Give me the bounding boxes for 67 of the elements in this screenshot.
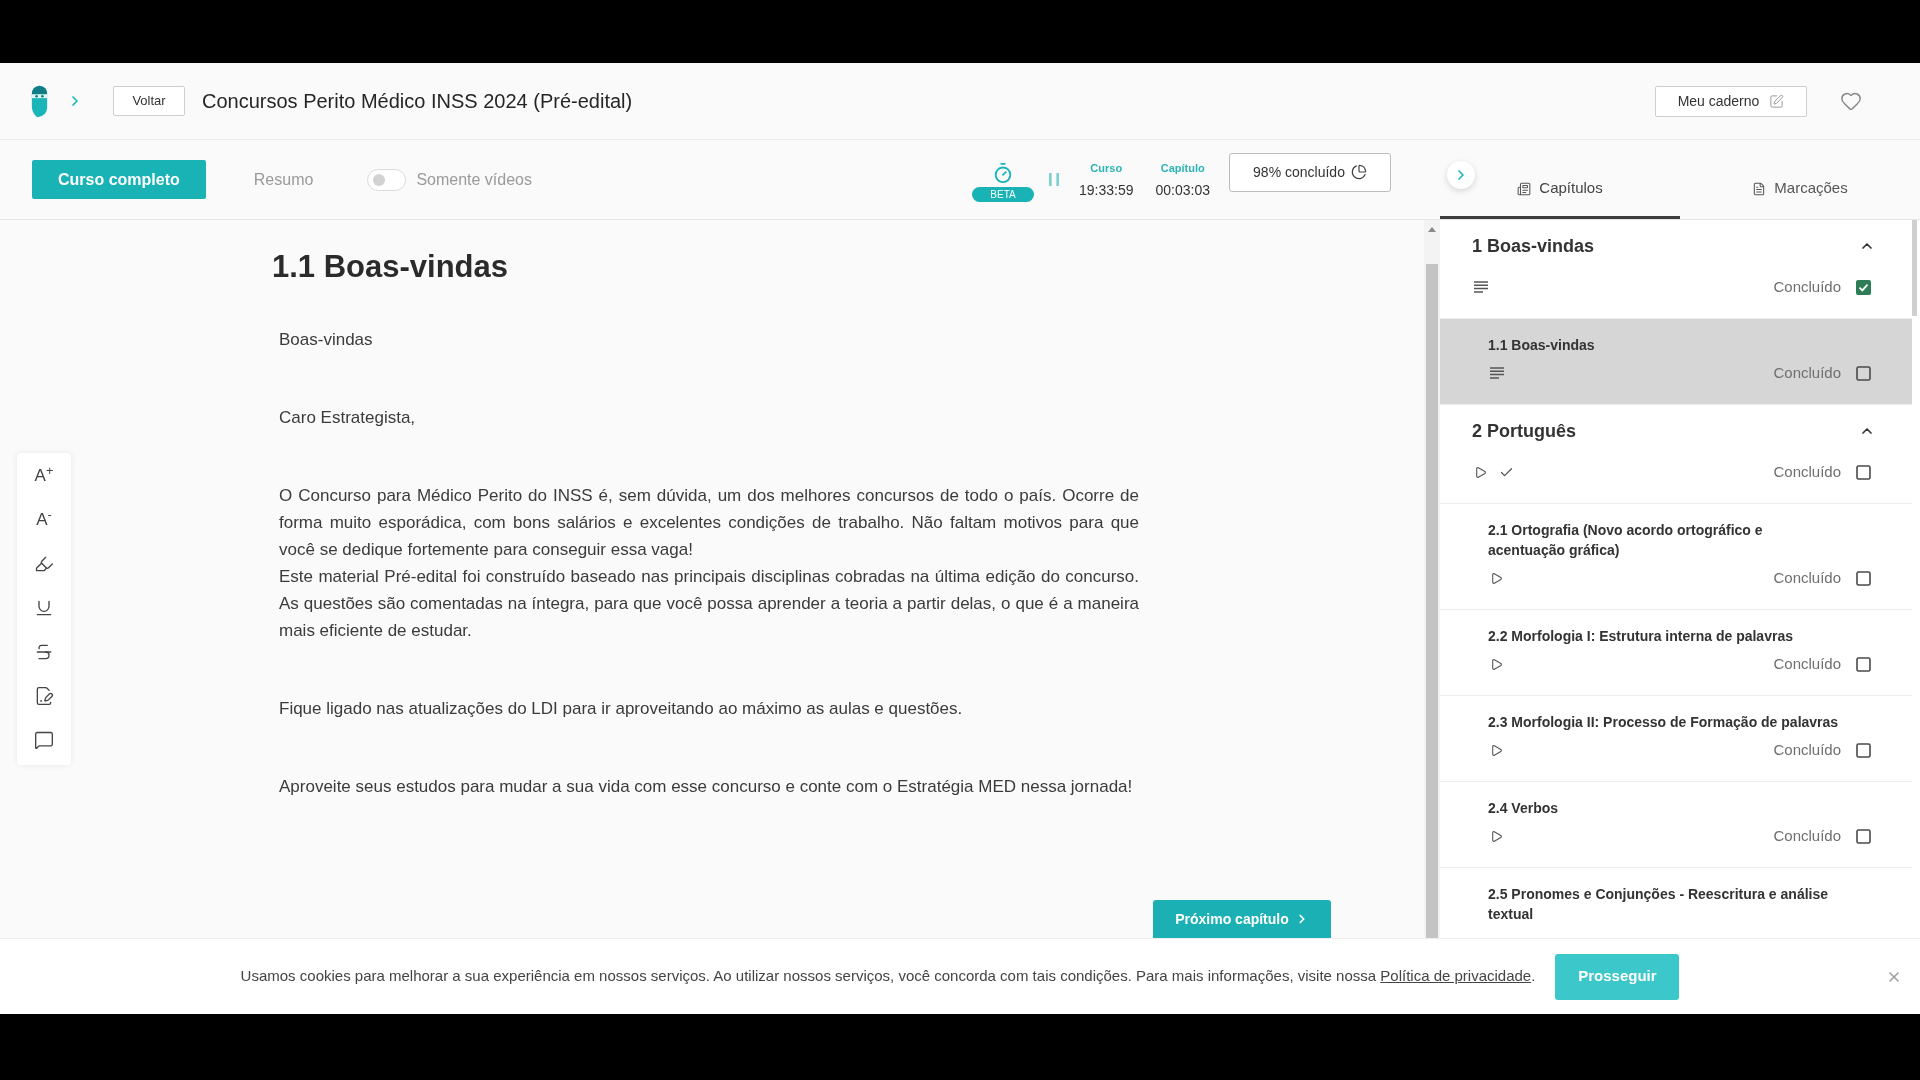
lesson-title: 2.5 Pronomes e Conjunções - Reescritura e análise textual xyxy=(1488,885,1830,924)
lesson-title: 1.1 Boas-vindas xyxy=(1488,336,1596,355)
checkbox[interactable] xyxy=(1856,828,1871,844)
course-title: Concursos Perito Médico INSS 2024 (Pré-edital) xyxy=(202,89,633,114)
scroll-up-arrow-icon[interactable] xyxy=(1428,227,1436,232)
play-icon[interactable] xyxy=(1490,829,1503,843)
chapter-title[interactable]: 1 Boas-vindas xyxy=(1472,232,1595,260)
pie-chart-icon xyxy=(1350,164,1367,180)
status-label: Concluído xyxy=(1773,739,1841,760)
text-paragraph: Este material Pré-edital foi construído baseado nas principais disciplinas cobradas na última edição do concurso. As questões são comentadas na íntegra, para que você possa aprender a teoria a partir delas, o que é a maneira mais eficiente de estudar. xyxy=(279,566,1139,642)
beta-badge: BETA xyxy=(972,186,1034,202)
play-icon[interactable] xyxy=(1490,571,1503,585)
highlighter-icon[interactable] xyxy=(34,554,54,574)
play-icon[interactable] xyxy=(1490,743,1503,757)
strikethrough-icon[interactable] xyxy=(34,642,54,662)
text-paragraph: Caro Estrategista, xyxy=(279,407,417,429)
lesson-title: 2.3 Morfologia II: Processo de Formação de palavras xyxy=(1488,713,1839,732)
counter-value: 19:33:59 xyxy=(1079,180,1134,199)
counter-value: 00:03:03 xyxy=(1155,180,1210,199)
pen-square-icon xyxy=(1769,93,1785,109)
heart-icon[interactable] xyxy=(1840,90,1862,112)
counter-label: Capítulo xyxy=(1160,160,1205,175)
text-size-button[interactable]: A$^{+}$ xyxy=(29,465,59,487)
status-label: Concluído xyxy=(1773,362,1841,383)
sidebar-tab[interactable]: Marcações xyxy=(1680,161,1920,219)
status-label: Concluído xyxy=(1773,567,1841,588)
status-label: Concluído xyxy=(1773,461,1841,482)
underline-icon[interactable] xyxy=(34,598,54,618)
notebook-button[interactable]: Meu caderno xyxy=(1655,85,1807,117)
document-pen-icon[interactable] xyxy=(34,686,54,706)
scrollbar-thumb[interactable] xyxy=(1912,220,1917,316)
checkbox[interactable] xyxy=(1856,365,1871,381)
checkbox[interactable] xyxy=(1856,742,1871,758)
checkbox[interactable] xyxy=(1856,656,1871,672)
status-label: Concluído xyxy=(1773,653,1841,674)
text-lines-icon xyxy=(1490,367,1504,379)
document-icon xyxy=(1752,181,1767,196)
document-icon xyxy=(1517,181,1532,196)
owl-logo-icon[interactable] xyxy=(29,83,50,119)
text-paragraph: Boas-vindas xyxy=(279,329,374,351)
cookie-notice: Usamos cookies para melhorar a sua experiência em nossos serviços. Ao utilizar nossos serviços, você concorda com tais condições. Para mais informações, visite nossa Política de privacidade. xyxy=(240,966,1536,987)
checkbox[interactable] xyxy=(1856,464,1871,480)
lesson-title: 2.4 Verbos xyxy=(1488,799,1560,818)
scrollbar-thumb[interactable] xyxy=(1426,264,1438,938)
lesson-item[interactable]: 1.1 Boas-vindas Concluído xyxy=(1440,319,1912,405)
toggle-label: Somente vídeos xyxy=(416,169,532,190)
progress-button[interactable]: 98% concluído xyxy=(1229,152,1391,192)
text-paragraph: O Concurso para Médico Perito do INSS é, sem dúvida, um dos melhores concursos de todo o país. Ocorre de forma muito esporádica, com bons salários e excelentes condições de trabalho. Não faltam motivos para que você se dedique fortemente para conseguir essa vaga! xyxy=(279,485,1139,561)
speech-bubble-icon[interactable] xyxy=(34,730,54,750)
status-label: Concluído xyxy=(1773,825,1841,846)
toggle-switch[interactable] xyxy=(367,168,407,191)
play-icon[interactable] xyxy=(1490,657,1503,671)
text-size-button[interactable]: A$^{-}$ xyxy=(29,509,59,531)
play-icon[interactable] xyxy=(1474,465,1487,479)
checkbox[interactable] xyxy=(1856,570,1871,586)
status-label: Concluído xyxy=(1773,276,1841,297)
text-paragraph: Aproveite seus estudos para mudar a sua vida com esse concurso e conte com o Estratégia MED nessa jornada! xyxy=(279,776,1134,798)
lesson-title: 2.2 Morfologia I: Estrutura interna de palavras xyxy=(1488,627,1794,646)
chapter-title[interactable]: 2 Português xyxy=(1472,417,1577,445)
privacy-policy-link[interactable]: Política de privacidade xyxy=(1380,967,1532,985)
back-button[interactable]: Voltar xyxy=(113,86,185,116)
checkbox[interactable] xyxy=(1856,279,1871,295)
lesson-title: 2.1 Ortografia (Novo acordo ortográfico e acentuação gráfica) xyxy=(1488,521,1764,560)
text-lines-icon xyxy=(1474,281,1488,293)
chapter-heading: 1.1 Boas-vindas xyxy=(272,248,509,286)
counter-label: Curso xyxy=(1090,160,1123,175)
text-paragraph: Fique ligado nas atualizações do LDI para ir aproveitando ao máximo as aulas e questões. xyxy=(279,698,964,720)
